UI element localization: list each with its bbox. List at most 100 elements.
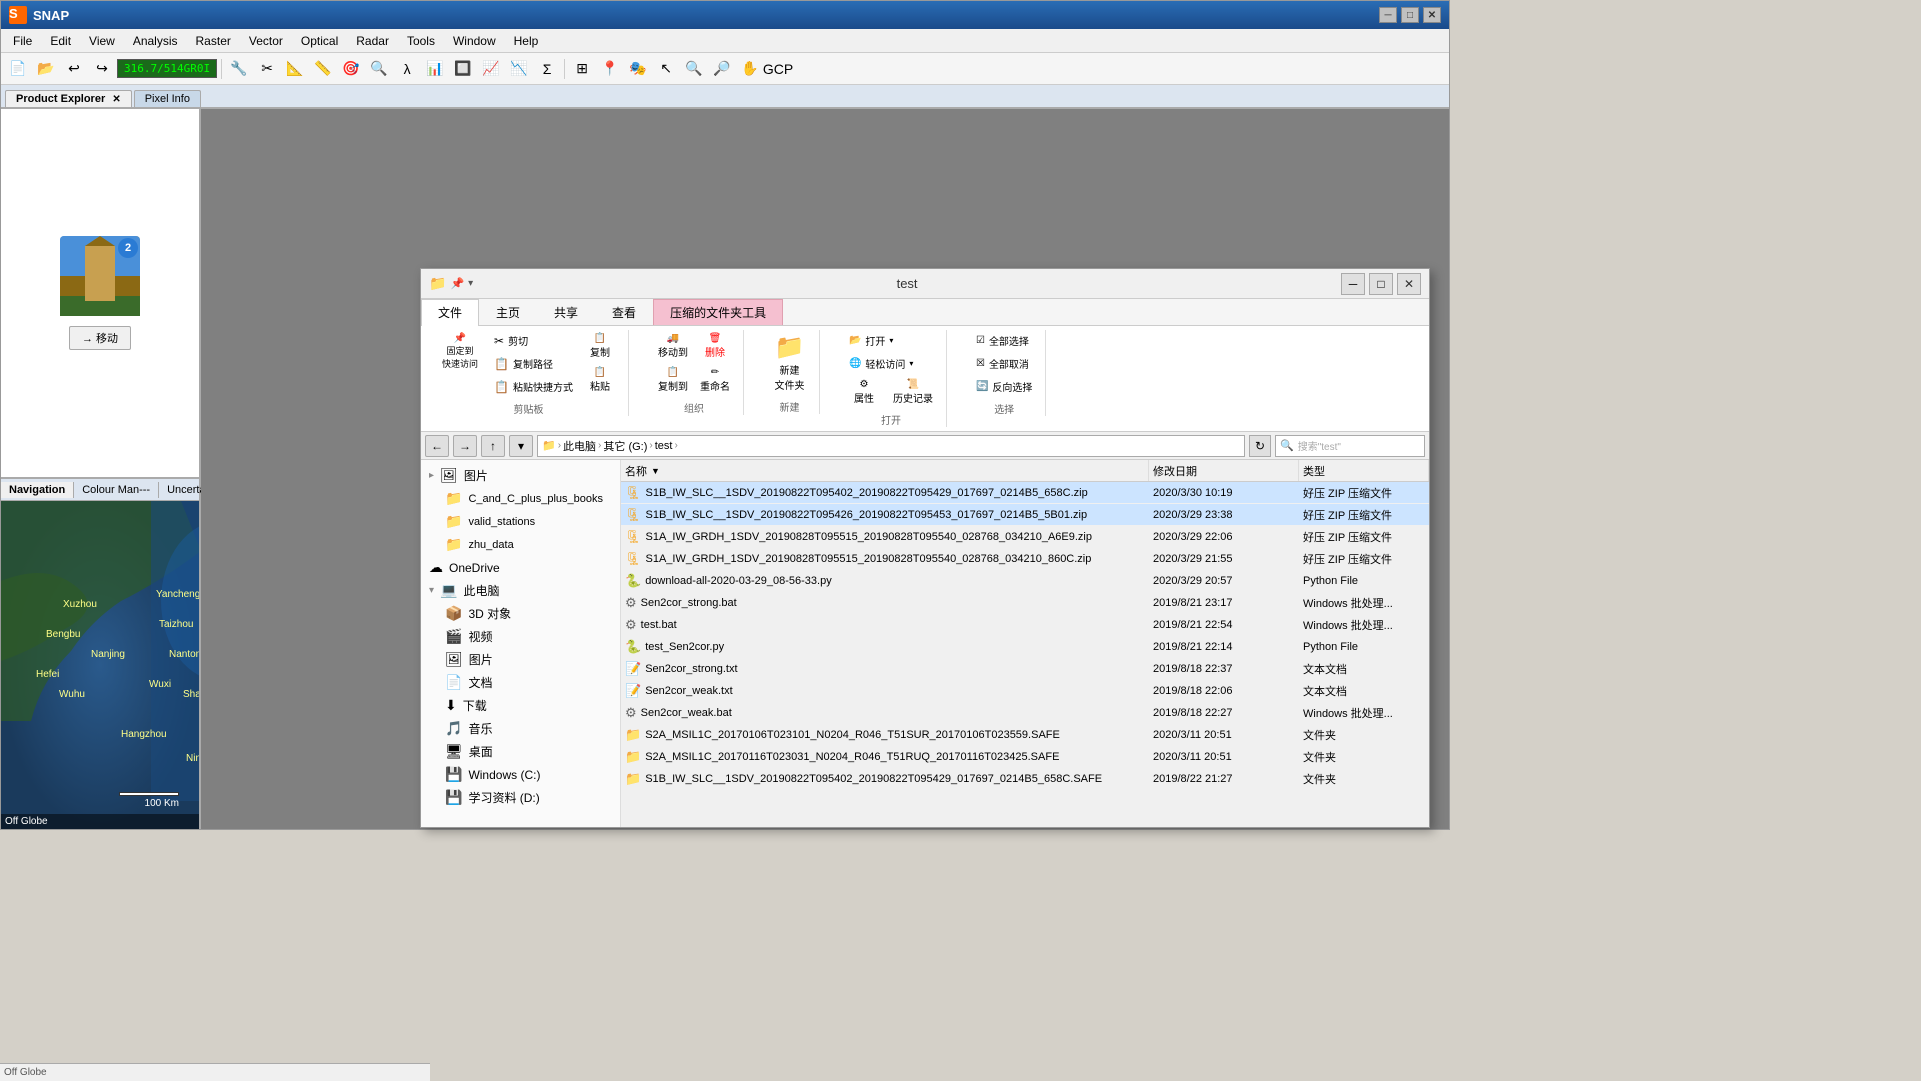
tool-8[interactable]: 📊 bbox=[422, 56, 448, 82]
new-btn[interactable]: 📄 bbox=[5, 56, 31, 82]
map-area[interactable]: Xuzhou Yancheng Bengbu Taizhou Nanjing N… bbox=[1, 501, 199, 829]
fe-col-type[interactable]: 类型 bbox=[1299, 460, 1429, 481]
menu-help[interactable]: Help bbox=[506, 32, 547, 50]
table-row[interactable]: 📝 Sen2cor_weak.txt 2019/8/18 22:06 文本文档 bbox=[621, 680, 1429, 702]
fe-col-date[interactable]: 修改日期 bbox=[1149, 460, 1299, 481]
table-row[interactable]: ⚙ test.bat 2019/8/21 22:54 Windows 批处理..… bbox=[621, 614, 1429, 636]
fe-tab-view[interactable]: 查看 bbox=[595, 299, 653, 325]
open-btn[interactable]: 📂 bbox=[33, 56, 59, 82]
tool-7[interactable]: λ bbox=[394, 56, 420, 82]
sidebar-valid-stations[interactable]: 📁 valid_stations bbox=[421, 510, 620, 533]
sidebar-onedrive[interactable]: ☁ OneDrive bbox=[421, 556, 620, 579]
tab-product-explorer[interactable]: Product Explorer ✕ bbox=[5, 90, 132, 107]
tool-4[interactable]: 📏 bbox=[310, 56, 336, 82]
menu-vector[interactable]: Vector bbox=[241, 32, 291, 50]
table-row[interactable]: 📁 S2A_MSIL1C_20170116T023031_N0204_R046_… bbox=[621, 746, 1429, 768]
tool-mask[interactable]: 🎭 bbox=[625, 56, 651, 82]
table-row[interactable]: 🗜 S1A_IW_GRDH_1SDV_20190828T095515_20190… bbox=[621, 548, 1429, 570]
tool-2[interactable]: ✂ bbox=[254, 56, 280, 82]
fe-easy-access-btn[interactable]: 🌐 轻松访问 ▾ bbox=[844, 353, 918, 374]
fe-move-to-btn[interactable]: 🚚 移动到 bbox=[653, 330, 693, 362]
tool-select[interactable]: ↖ bbox=[653, 56, 679, 82]
table-row[interactable]: 📝 Sen2cor_strong.txt 2019/8/18 22:37 文本文… bbox=[621, 658, 1429, 680]
sidebar-3d[interactable]: 📦 3D 对象 bbox=[421, 602, 620, 625]
tab-colour-man[interactable]: Colour Man--- bbox=[74, 482, 159, 498]
fe-copy-to-btn[interactable]: 📋 复制到 bbox=[653, 364, 693, 396]
fe-tab-share[interactable]: 共享 bbox=[537, 299, 595, 325]
sidebar-cpp-books[interactable]: 📁 C_and_C_plus_plus_books bbox=[421, 487, 620, 510]
tab-product-close[interactable]: ✕ bbox=[112, 94, 120, 105]
tool-pan[interactable]: ✋ bbox=[737, 56, 763, 82]
menu-raster[interactable]: Raster bbox=[188, 32, 239, 50]
tool-3[interactable]: 📐 bbox=[282, 56, 308, 82]
maximize-btn[interactable]: □ bbox=[1401, 7, 1419, 23]
fe-tab-home[interactable]: 主页 bbox=[479, 299, 537, 325]
fe-back-btn[interactable]: ← bbox=[425, 435, 449, 457]
sidebar-windows-c[interactable]: 💾 Windows (C:) bbox=[421, 763, 620, 786]
fe-maximize-btn[interactable]: □ bbox=[1369, 273, 1393, 295]
tool-10[interactable]: 📈 bbox=[478, 56, 504, 82]
fe-invert-select-btn[interactable]: 🔄 反向选择 bbox=[971, 376, 1037, 397]
menu-analysis[interactable]: Analysis bbox=[125, 32, 186, 50]
sidebar-study-d[interactable]: 💾 学习资料 (D:) bbox=[421, 786, 620, 809]
table-row[interactable]: ⚙ Sen2cor_weak.bat 2019/8/18 22:27 Windo… bbox=[621, 702, 1429, 724]
fe-paste-shortcut-btn[interactable]: 📋 粘贴快捷方式 bbox=[489, 376, 578, 397]
minimize-btn[interactable]: ─ bbox=[1379, 7, 1397, 23]
tool-5[interactable]: 🎯 bbox=[338, 56, 364, 82]
fe-tab-file[interactable]: 文件 bbox=[421, 299, 479, 326]
sidebar-this-pc[interactable]: ▾ 💻 此电脑 bbox=[421, 579, 620, 602]
fe-refresh-btn[interactable]: ↻ bbox=[1249, 435, 1271, 457]
table-row[interactable]: 🗜 S1B_IW_SLC__1SDV_20190822T095402_20190… bbox=[621, 482, 1429, 504]
tab-navigation[interactable]: Navigation bbox=[1, 482, 74, 498]
menu-edit[interactable]: Edit bbox=[42, 32, 79, 50]
fe-open-btn[interactable]: 📂 打开 ▾ bbox=[844, 330, 898, 351]
fe-deselect-all-btn[interactable]: ☒ 全部取消 bbox=[971, 353, 1037, 374]
fe-address-bar[interactable]: 📁 › 此电脑 › 其它 (G:) › test › bbox=[537, 435, 1245, 457]
sidebar-pictures[interactable]: ▸ 🖼 图片 bbox=[421, 464, 620, 487]
sidebar-video[interactable]: 🎬 视频 bbox=[421, 625, 620, 648]
tool-zoom-in[interactable]: 🔍 bbox=[681, 56, 707, 82]
fe-cut-btn[interactable]: ✂ 剪切 bbox=[489, 330, 578, 351]
tool-gcp2[interactable]: GCP bbox=[765, 56, 791, 82]
menu-tools[interactable]: Tools bbox=[399, 32, 443, 50]
fe-search-box[interactable]: 🔍 搜索"test" bbox=[1275, 435, 1425, 457]
fe-paste-btn[interactable]: 📋 粘贴 bbox=[580, 364, 620, 396]
fe-col-name[interactable]: 名称 ▼ bbox=[621, 460, 1149, 481]
sidebar-zhu-data[interactable]: 📁 zhu_data bbox=[421, 533, 620, 556]
menu-view[interactable]: View bbox=[81, 32, 123, 50]
table-row[interactable]: 📁 S1B_IW_SLC__1SDV_20190822T095402_20190… bbox=[621, 768, 1429, 790]
tool-gcp[interactable]: ⊞ bbox=[569, 56, 595, 82]
fe-close-btn[interactable]: ✕ bbox=[1397, 273, 1421, 295]
table-row[interactable]: 🐍 test_Sen2cor.py 2019/8/21 22:14 Python… bbox=[621, 636, 1429, 658]
fe-delete-btn[interactable]: 🗑 删除 bbox=[695, 330, 735, 362]
tool-pins[interactable]: 📍 bbox=[597, 56, 623, 82]
move-button[interactable]: → 移动 bbox=[69, 326, 131, 350]
fe-pin-btn[interactable]: 📌 固定到快速访问 bbox=[437, 330, 483, 373]
sidebar-desktop[interactable]: 🖥 桌面 bbox=[421, 740, 620, 763]
tool-1[interactable]: 🔧 bbox=[226, 56, 252, 82]
table-row[interactable]: ⚙ Sen2cor_strong.bat 2019/8/21 23:17 Win… bbox=[621, 592, 1429, 614]
undo-btn[interactable]: ↩ bbox=[61, 56, 87, 82]
menu-file[interactable]: File bbox=[5, 32, 40, 50]
sidebar-docs[interactable]: 📄 文档 bbox=[421, 671, 620, 694]
table-row[interactable]: 📁 S2A_MSIL1C_20170106T023101_N0204_R046_… bbox=[621, 724, 1429, 746]
menu-optical[interactable]: Optical bbox=[293, 32, 346, 50]
tab-pixel-info[interactable]: Pixel Info bbox=[134, 90, 201, 107]
tool-9[interactable]: 🔲 bbox=[450, 56, 476, 82]
table-row[interactable]: 🗜 S1A_IW_GRDH_1SDV_20190828T095515_20190… bbox=[621, 526, 1429, 548]
tool-11[interactable]: 📉 bbox=[506, 56, 532, 82]
sidebar-pictures2[interactable]: 🖼 图片 bbox=[421, 648, 620, 671]
fe-forward-btn[interactable]: → bbox=[453, 435, 477, 457]
fe-properties-btn[interactable]: ⚙ 属性 bbox=[844, 376, 884, 408]
fe-recent-btn[interactable]: ▾ bbox=[509, 435, 533, 457]
sidebar-music[interactable]: 🎵 音乐 bbox=[421, 717, 620, 740]
redo-btn[interactable]: ↪ bbox=[89, 56, 115, 82]
fe-history-btn[interactable]: 📜 历史记录 bbox=[888, 376, 938, 408]
fe-new-folder-btn[interactable]: 📁 新建文件夹 bbox=[769, 330, 809, 395]
close-btn[interactable]: ✕ bbox=[1423, 7, 1441, 23]
table-row[interactable]: 🐍 download-all-2020-03-29_08-56-33.py 20… bbox=[621, 570, 1429, 592]
menu-radar[interactable]: Radar bbox=[348, 32, 397, 50]
menu-window[interactable]: Window bbox=[445, 32, 504, 50]
fe-minimize-btn[interactable]: ─ bbox=[1341, 273, 1365, 295]
fe-copy-btn[interactable]: 📋 复制 bbox=[580, 330, 620, 362]
